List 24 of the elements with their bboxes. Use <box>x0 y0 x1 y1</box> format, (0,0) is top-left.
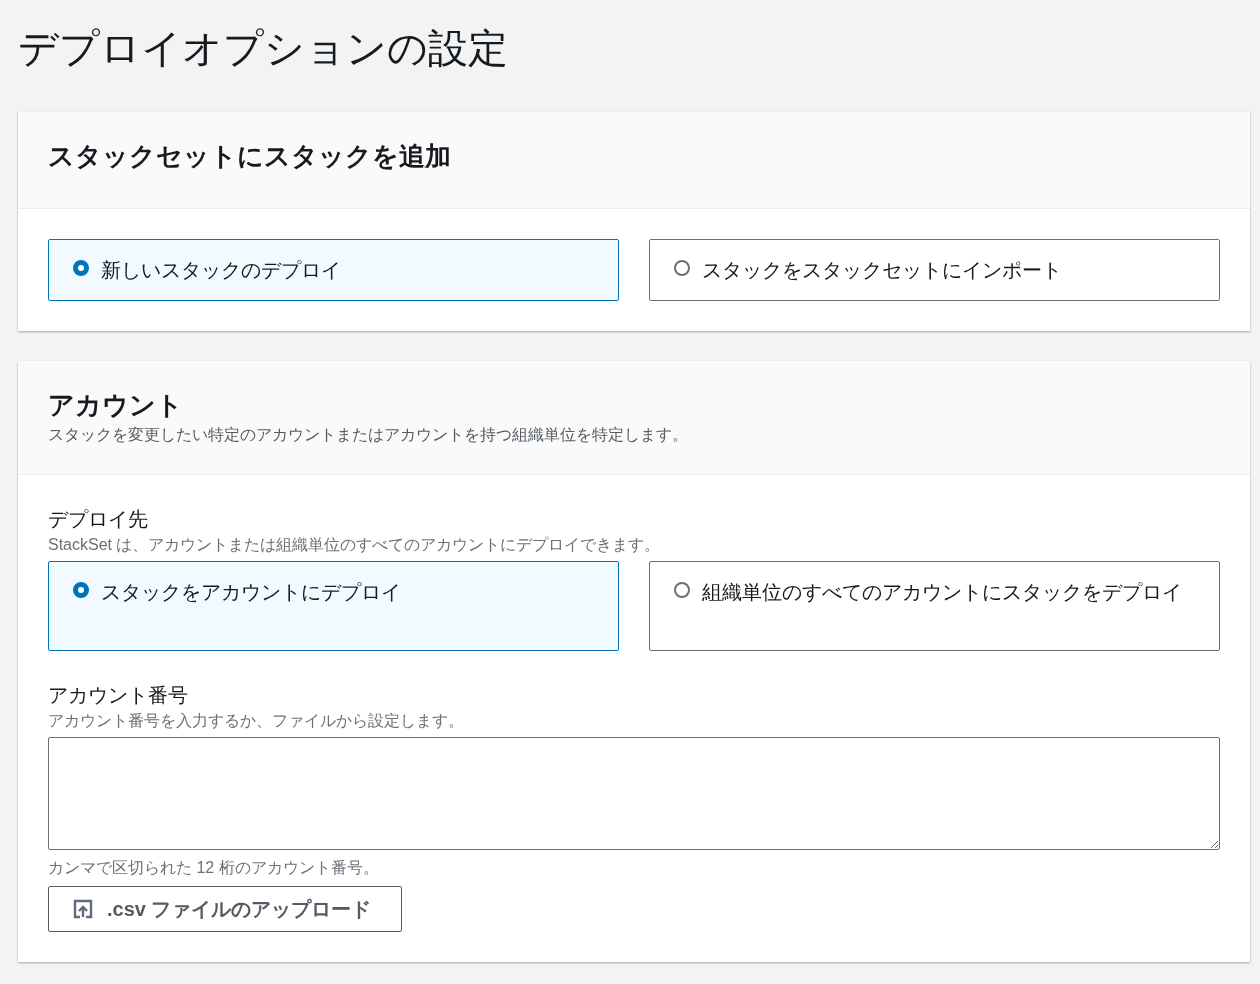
upload-icon <box>73 899 93 919</box>
radio-label: スタックをアカウントにデプロイ <box>101 580 401 605</box>
section-title: アカウント <box>48 389 184 422</box>
section-title: スタックセットにスタックを追加 <box>48 140 452 173</box>
field-label: アカウント番号 <box>48 683 189 708</box>
field-description: StackSet は、アカウントまたは組織単位のすべてのアカウントにデプロイできます。 <box>48 535 662 555</box>
radio-button[interactable] <box>73 260 89 276</box>
radio-tile[interactable]: スタックをスタックセットにインポート <box>649 239 1220 301</box>
page-title: デプロイオプションの設定 <box>18 25 509 72</box>
radio-label: スタックをスタックセットにインポート <box>702 258 1062 283</box>
radio-label: 組織単位のすべてのアカウントにスタックをデプロイ <box>702 580 1182 605</box>
radio-tile[interactable]: 組織単位のすべてのアカウントにスタックをデプロイ <box>649 561 1220 651</box>
radio-button[interactable] <box>674 582 690 598</box>
field-hint: カンマで区切られた 12 桁のアカウント番号。 <box>48 858 380 878</box>
radio-tile[interactable]: スタックをアカウントにデプロイ <box>48 561 619 651</box>
radio-label: 新しいスタックのデプロイ <box>101 258 341 283</box>
account-number-input[interactable] <box>48 737 1220 850</box>
field-description: アカウント番号を入力するか、ファイルから設定します。 <box>48 711 465 731</box>
radio-button[interactable] <box>73 582 89 598</box>
radio-tile[interactable]: 新しいスタックのデプロイ <box>48 239 619 301</box>
radio-button[interactable] <box>674 260 690 276</box>
upload-button[interactable]: .csv ファイルのアップロード <box>48 886 403 932</box>
section-description: スタックを変更したい特定のアカウントまたはアカウントを持つ組織単位を特定します。 <box>48 425 689 445</box>
field-label: デプロイ先 <box>48 507 149 532</box>
